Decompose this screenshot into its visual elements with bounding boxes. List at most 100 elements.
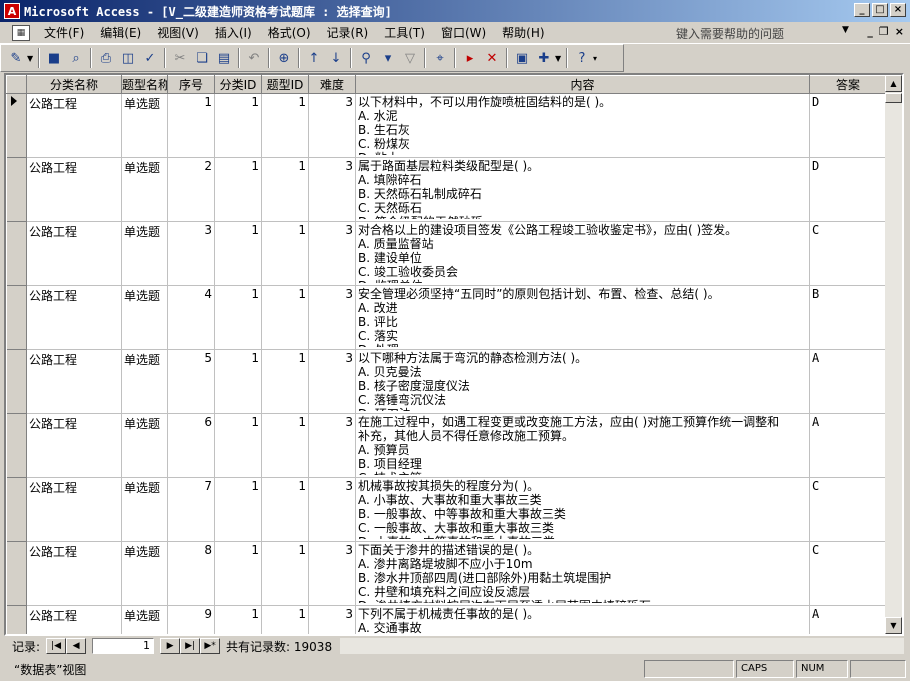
menu-insert[interactable]: 插入(I) [207, 24, 260, 41]
record-selector[interactable] [6, 285, 27, 350]
cell-category[interactable]: 公路工程 [26, 221, 122, 286]
mdi-restore-icon[interactable]: ❐ [879, 25, 889, 38]
cell-content[interactable]: 安全管理必须坚持“五同时”的原则包括计划、布置、检查、总结( )。 A. 改进 B.… [355, 285, 810, 350]
cell-difficulty[interactable]: 3 [308, 93, 356, 158]
record-selector[interactable] [6, 413, 27, 478]
minimize-button[interactable]: _ [854, 3, 870, 17]
file-search-icon[interactable]: ⌕ [65, 47, 87, 69]
cell-content[interactable]: 属于路面基层粒料类级配型是( )。 A. 填隙碎石 B. 天然砾石轧制成碎石 C. 天… [355, 157, 810, 222]
cell-content[interactable]: 在施工过程中，如遇工程变更或改变施工方法，应由( )对施工预算作统一调整和 补充，… [355, 413, 810, 478]
cell-difficulty[interactable]: 3 [308, 349, 356, 414]
datasheet-icon[interactable]: ▦ [12, 24, 30, 41]
chevron-down-icon[interactable]: ▼ [27, 54, 35, 63]
new-object-icon[interactable]: ✚ [533, 47, 555, 69]
next-record-button[interactable]: ▶ [160, 638, 181, 654]
cell-category-id[interactable]: 1 [214, 541, 262, 606]
menu-window[interactable]: 窗口(W) [433, 24, 494, 41]
scroll-thumb[interactable] [885, 93, 902, 103]
cell-type-id[interactable]: 1 [261, 157, 309, 222]
cell-question-type[interactable]: 单选题 [121, 285, 168, 350]
cell-type-id[interactable]: 1 [261, 285, 309, 350]
first-record-button[interactable]: |◀ [46, 638, 67, 654]
previous-record-button[interactable]: ◀ [66, 638, 87, 654]
save-icon[interactable]: ■ [43, 47, 65, 69]
cell-answer[interactable]: D [809, 93, 887, 158]
cell-category-id[interactable]: 1 [214, 285, 262, 350]
spelling-icon[interactable]: ✓ [139, 47, 161, 69]
sort-ascending-icon[interactable]: ↑ [303, 47, 325, 69]
filter-by-selection-icon[interactable]: ⚲ [355, 47, 377, 69]
cell-category-id[interactable]: 1 [214, 93, 262, 158]
new-record-icon[interactable]: ▸ [459, 47, 481, 69]
chevron-down-icon[interactable]: ▼ [842, 25, 849, 35]
column-header[interactable]: 难度 [308, 75, 356, 94]
cell-type-id[interactable]: 1 [261, 477, 309, 542]
table-row[interactable]: 公路工程 单选题 7 1 1 3 机械事故按其损失的程度分为( )。 A. 小事故、大事故和重… [6, 477, 887, 542]
cell-type-id[interactable]: 1 [261, 221, 309, 286]
menu-format[interactable]: 格式(O) [260, 24, 319, 41]
cell-question-type[interactable]: 单选题 [121, 605, 168, 634]
record-selector[interactable] [6, 93, 27, 158]
cell-category-id[interactable]: 1 [214, 413, 262, 478]
column-header[interactable]: 题型ID [261, 75, 309, 94]
vertical-scrollbar[interactable]: ▲ ▼ [885, 75, 902, 634]
column-header[interactable]: 序号 [167, 75, 215, 94]
cell-sequence[interactable]: 1 [167, 93, 215, 158]
column-header[interactable]: 答案 [809, 75, 887, 94]
cell-category-id[interactable]: 1 [214, 477, 262, 542]
cell-sequence[interactable]: 6 [167, 413, 215, 478]
cell-category[interactable]: 公路工程 [26, 477, 122, 542]
help-icon[interactable]: ? [571, 47, 593, 69]
cell-sequence[interactable]: 4 [167, 285, 215, 350]
column-header[interactable]: 分类名称 [26, 75, 122, 94]
cell-category[interactable]: 公路工程 [26, 541, 122, 606]
cell-category-id[interactable]: 1 [214, 605, 262, 634]
table-row[interactable]: 公路工程 单选题 3 1 1 3 对合格以上的建设项目签发《公路工程竣工验收鉴定书》，应由(… [6, 221, 887, 286]
table-row[interactable]: 公路工程 单选题 5 1 1 3 以下哪种方法属于弯沉的静态检测方法( )。 A. 贝克曼法 B… [6, 349, 887, 414]
record-selector[interactable] [6, 221, 27, 286]
close-button[interactable]: × [890, 3, 906, 17]
cell-type-id[interactable]: 1 [261, 413, 309, 478]
cell-category-id[interactable]: 1 [214, 157, 262, 222]
record-selector[interactable] [6, 349, 27, 414]
menu-edit[interactable]: 编辑(E) [92, 24, 149, 41]
cell-difficulty[interactable]: 3 [308, 477, 356, 542]
help-question-input[interactable]: 键入需要帮助的问题 [676, 25, 854, 41]
cell-category[interactable]: 公路工程 [26, 157, 122, 222]
current-record-input[interactable]: 1 [92, 638, 155, 654]
find-icon[interactable]: ⌖ [429, 47, 451, 69]
cell-category-id[interactable]: 1 [214, 349, 262, 414]
table-row[interactable]: 公路工程 单选题 6 1 1 3 在施工过程中，如遇工程变更或改变施工方法，应由( )对施工… [6, 413, 887, 478]
cell-type-id[interactable]: 1 [261, 541, 309, 606]
cut-icon[interactable]: ✂ [169, 47, 191, 69]
cell-question-type[interactable]: 单选题 [121, 413, 168, 478]
record-selector[interactable] [6, 605, 27, 634]
access-app-icon[interactable]: A [4, 3, 20, 19]
cell-question-type[interactable]: 单选题 [121, 349, 168, 414]
select-all-cell[interactable] [6, 75, 27, 94]
cell-question-type[interactable]: 单选题 [121, 221, 168, 286]
cell-answer[interactable]: C [809, 221, 887, 286]
cell-question-type[interactable]: 单选题 [121, 157, 168, 222]
table-row[interactable]: 公路工程 单选题 2 1 1 3 属于路面基层粒料类级配型是( )。 A. 填隙碎石 B. 天然… [6, 157, 887, 222]
maximize-button[interactable]: □ [872, 3, 888, 17]
paste-icon[interactable]: ▤ [213, 47, 235, 69]
menu-file[interactable]: 文件(F) [36, 24, 92, 41]
cell-category[interactable]: 公路工程 [26, 413, 122, 478]
cell-difficulty[interactable]: 3 [308, 221, 356, 286]
record-selector[interactable] [6, 477, 27, 542]
cell-answer[interactable]: D [809, 157, 887, 222]
cell-answer[interactable]: A [809, 605, 887, 634]
cell-sequence[interactable]: 7 [167, 477, 215, 542]
cell-question-type[interactable]: 单选题 [121, 541, 168, 606]
column-header[interactable]: 题型名称 [121, 75, 168, 94]
apply-filter-icon[interactable]: ▽ [399, 47, 421, 69]
copy-icon[interactable]: ❏ [191, 47, 213, 69]
print-preview-icon[interactable]: ◫ [117, 47, 139, 69]
cell-type-id[interactable]: 1 [261, 605, 309, 634]
sort-descending-icon[interactable]: ↓ [325, 47, 347, 69]
menu-view[interactable]: 视图(V) [149, 24, 207, 41]
cell-type-id[interactable]: 1 [261, 93, 309, 158]
cell-difficulty[interactable]: 3 [308, 157, 356, 222]
mdi-minimize-icon[interactable]: _ [867, 25, 873, 38]
